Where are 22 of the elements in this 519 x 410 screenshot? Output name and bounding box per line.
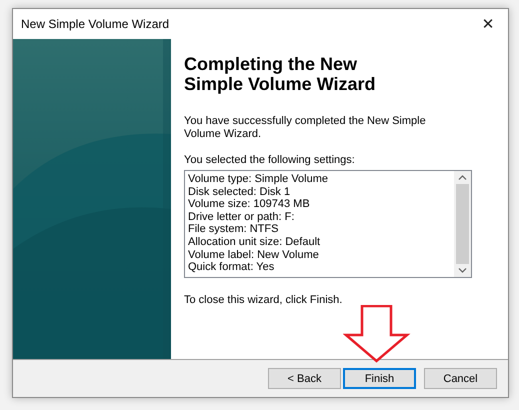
closing-text: To close this wizard, click Finish. — [184, 294, 344, 307]
settings-line: Allocation unit size: Default — [188, 236, 322, 249]
scroll-up-icon[interactable] — [458, 175, 467, 180]
intro-text: You have successfully completed the New Simple Volume Wizard. — [184, 115, 427, 141]
down-arrow-icon — [343, 305, 411, 363]
settings-label: You selected the following settings: — [184, 154, 356, 167]
settings-line: Volume label: New Volume — [188, 248, 320, 262]
wizard-button[interactable]: Finish — [343, 368, 416, 389]
scrollbar[interactable] — [454, 171, 471, 277]
window-title: New Simple Volume Wizard — [21, 17, 170, 31]
scroll-down-icon[interactable] — [458, 268, 467, 273]
wizard-button[interactable]: < Back — [268, 368, 341, 389]
wizard-button[interactable]: Cancel — [424, 368, 497, 389]
wizard-heading: Completing the New Simple Volume Wizard — [184, 54, 377, 94]
settings-line: Quick format: Yes — [188, 261, 276, 274]
settings-line: Volume type: Simple Volume — [188, 173, 330, 186]
scrollbar-thumb[interactable] — [456, 184, 469, 264]
settings-line: Disk selected: Disk 1 — [188, 186, 292, 198]
settings-line: File system: NTFS — [188, 223, 280, 236]
settings-line: Drive letter or path: F: — [188, 210, 296, 224]
settings-line: Volume size: 109743 MB — [188, 198, 311, 211]
close-button[interactable]: ✕ — [468, 9, 508, 39]
